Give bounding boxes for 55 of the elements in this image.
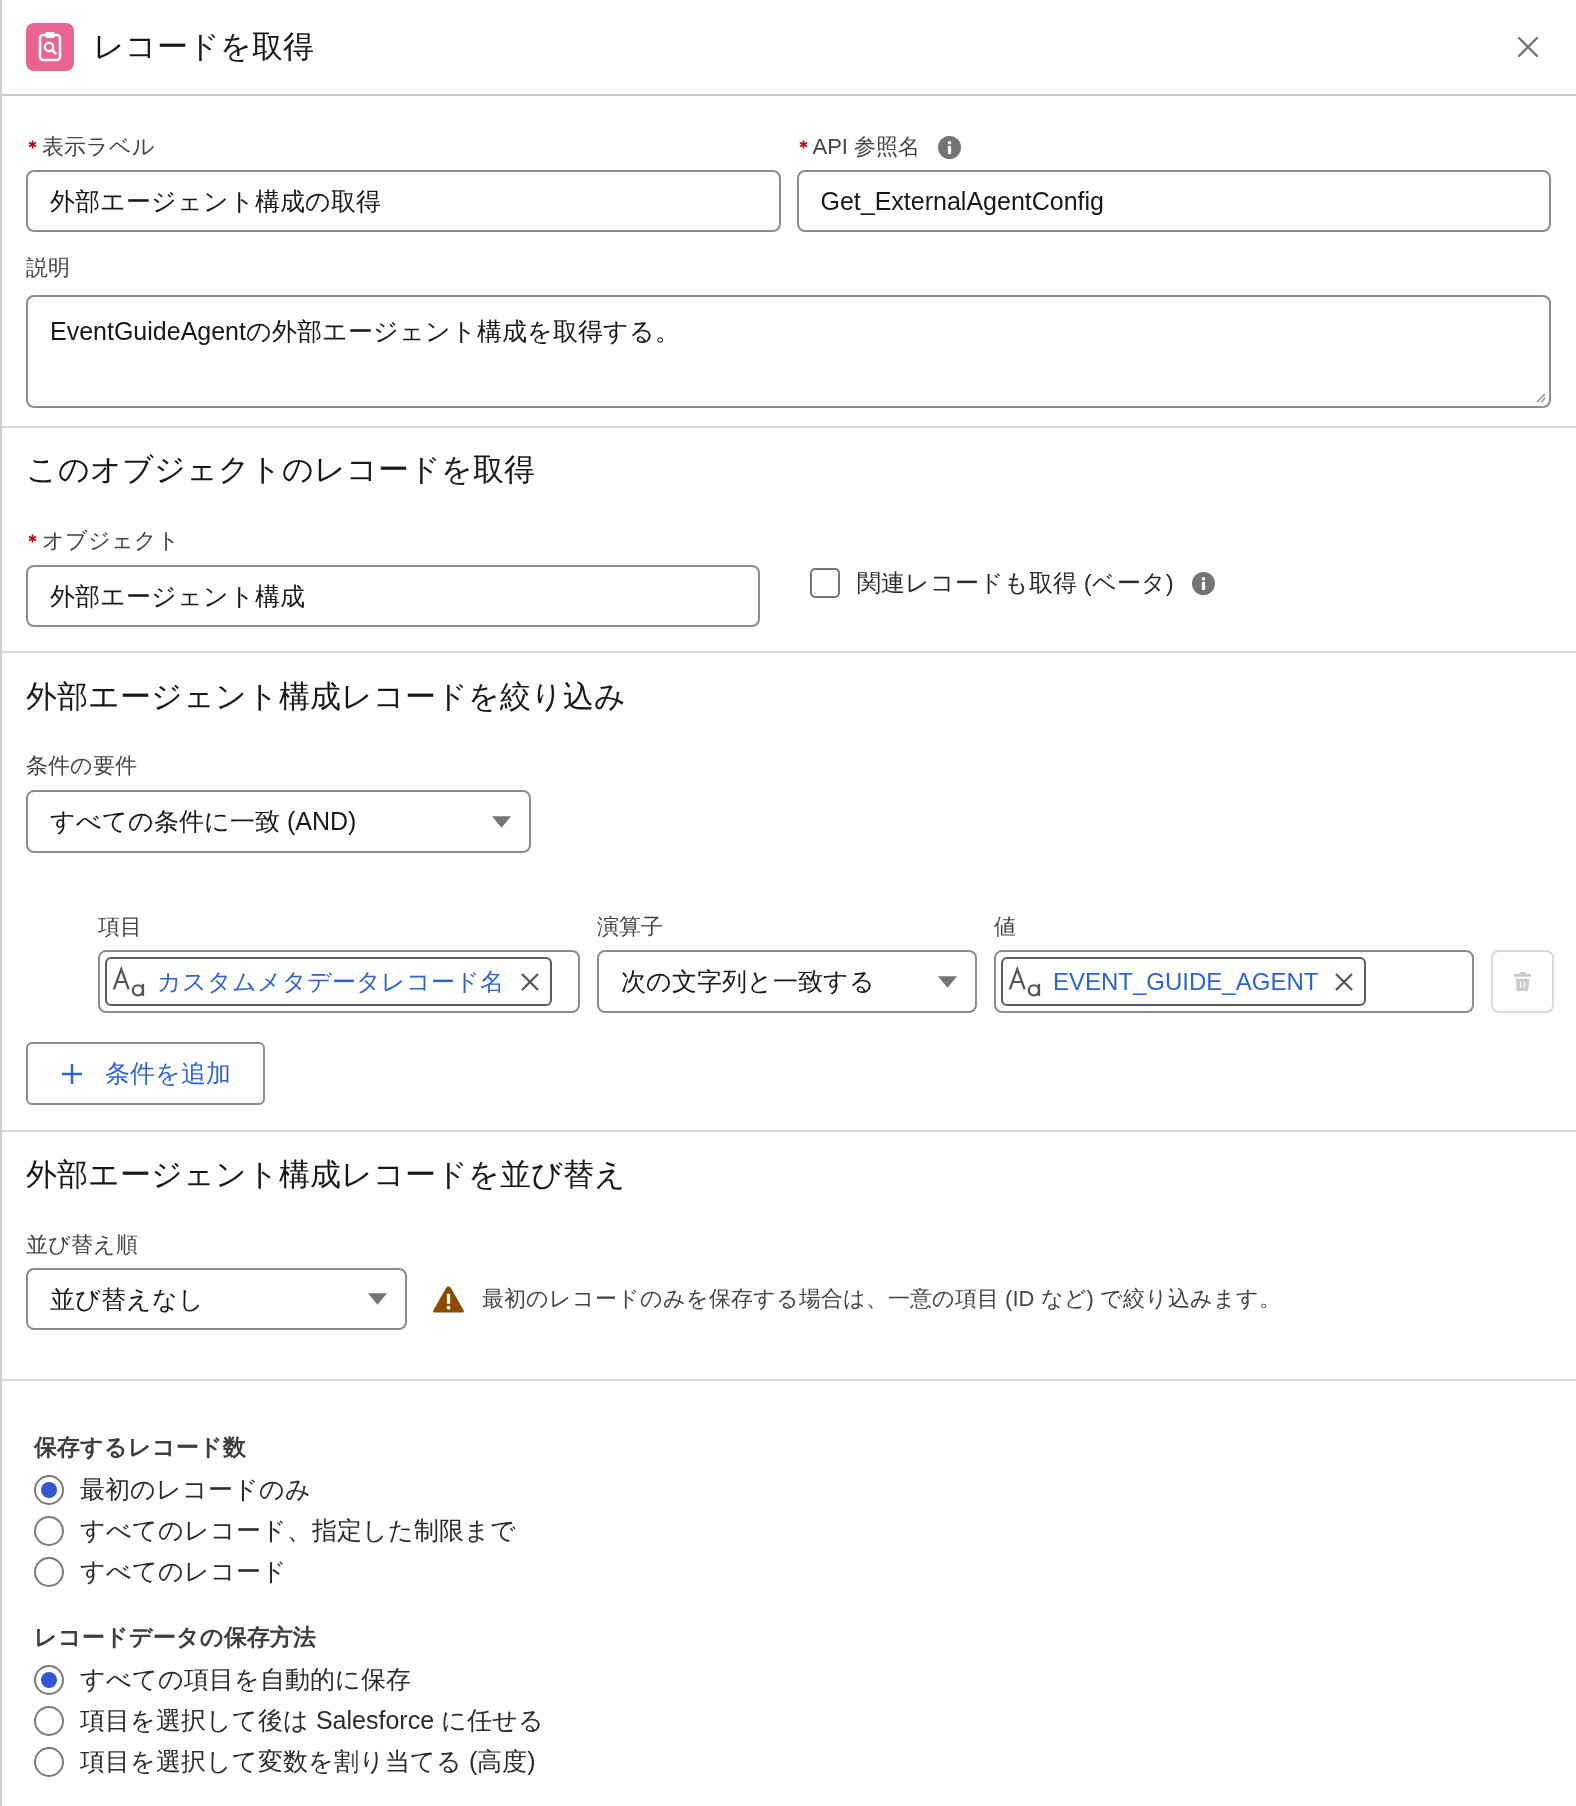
field-label: 並び替え順 [26, 1232, 138, 1258]
radio-label[interactable]: すべてのレコード、指定した制限まで [80, 1514, 516, 1547]
section-heading: 外部エージェント構成レコードを絞り込み [26, 678, 627, 716]
caret-icon [368, 1293, 387, 1305]
column-label: 項目 [98, 914, 143, 940]
field-pill[interactable]: カスタムメタデータレコード名 [105, 957, 552, 1006]
radio-button[interactable] [34, 1556, 64, 1587]
warning-message: 最初のレコードのみを保存する場合は、一意の項目 (ID など) で絞り込みます。 [482, 1285, 1281, 1313]
description-textarea[interactable]: EventGuideAgentの外部エージェント構成を取得する。 [26, 295, 1551, 408]
radio-button[interactable] [34, 1474, 64, 1505]
group-title: 保存するレコード数 [34, 1434, 247, 1460]
section-heading: このオブジェクトのレコードを取得 [26, 451, 536, 489]
group-title: レコードデータの保存方法 [34, 1624, 317, 1650]
radio-button[interactable] [34, 1664, 64, 1695]
plus-icon [62, 1063, 82, 1084]
field-input[interactable]: カスタムメタデータレコード名 [98, 950, 580, 1013]
radio-label[interactable]: すべての項目を自動的に保存 [80, 1663, 411, 1696]
section-heading: 外部エージェント構成レコードを並び替え [26, 1156, 627, 1194]
text-input[interactable]: 外部エージェント構成の取得 [26, 170, 781, 232]
caret-icon [492, 815, 511, 828]
clipboard-search-icon [26, 23, 74, 71]
remove-icon[interactable] [520, 971, 540, 992]
value-input[interactable]: EVENT_GUIDE_AGENT [994, 950, 1474, 1013]
caret-icon [938, 975, 957, 988]
radio-button[interactable] [34, 1746, 64, 1777]
checkbox[interactable] [810, 568, 840, 598]
info-icon[interactable] [938, 135, 962, 159]
radio-label[interactable]: 項目を選択して後は Salesforce に任せる [80, 1704, 544, 1737]
info-icon[interactable] [1191, 571, 1215, 595]
field-label: 条件の要件 [26, 753, 137, 779]
operator-select[interactable]: 次の文字列と一致する [597, 950, 977, 1013]
radio-label[interactable]: 最初のレコードのみ [80, 1473, 311, 1506]
panel-title: レコードを取得 [93, 28, 314, 66]
field-label: API 参照名 [812, 134, 921, 160]
warning-icon [432, 1284, 465, 1314]
resize-grip-icon[interactable] [1534, 391, 1546, 403]
object-input[interactable]: 外部エージェント構成 [26, 565, 760, 627]
checkbox-label: 関連レコードも取得 (ベータ) [857, 568, 1174, 598]
text-input[interactable]: Get_ExternalAgentConfig [796, 170, 1551, 232]
add-condition-button[interactable]: 条件を追加 [26, 1042, 265, 1105]
value-pill[interactable]: EVENT_GUIDE_AGENT [1001, 957, 1367, 1006]
requirement-select[interactable]: すべての条件に一致 (AND) [26, 790, 531, 853]
column-label: 値 [994, 914, 1017, 940]
radio-label[interactable]: 項目を選択して変数を割り当てる (高度) [80, 1745, 536, 1778]
field-label: オブジェクト [42, 528, 180, 554]
column-label: 演算子 [597, 914, 664, 940]
field-label: 説明 [26, 255, 70, 281]
remove-icon[interactable] [1334, 971, 1355, 992]
radio-button[interactable] [34, 1705, 64, 1736]
close-icon[interactable] [1518, 37, 1538, 57]
radio-button[interactable] [34, 1515, 64, 1546]
trash-icon [1513, 971, 1532, 992]
field-label: 表示ラベル [42, 134, 155, 160]
sort-order-select[interactable]: 並び替えなし [26, 1268, 407, 1330]
radio-label[interactable]: すべてのレコード [80, 1555, 287, 1588]
